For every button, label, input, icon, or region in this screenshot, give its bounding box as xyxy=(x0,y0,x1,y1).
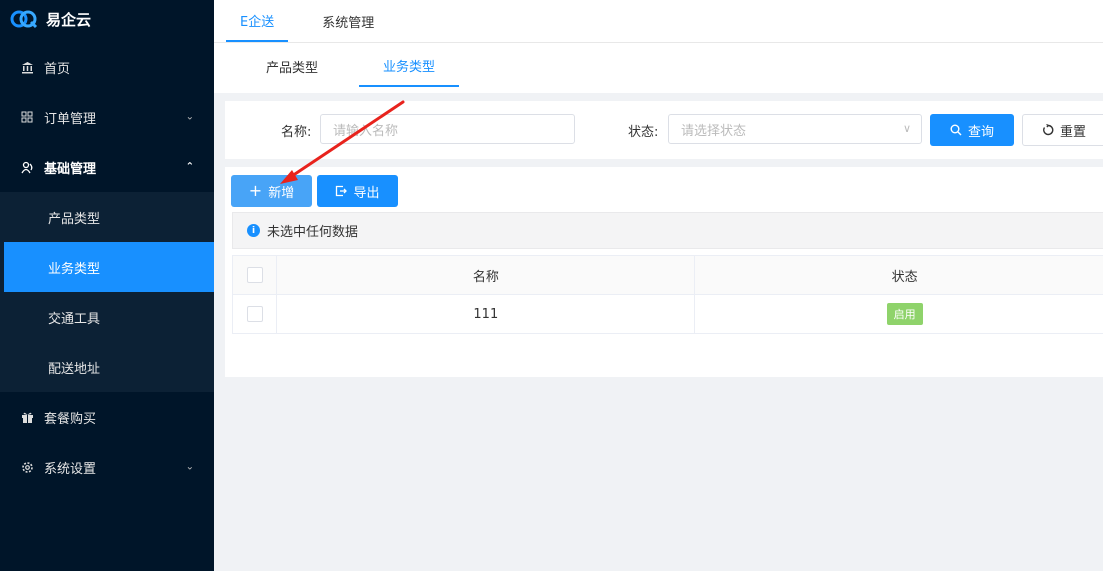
name-input-placeholder: 请输入名称 xyxy=(333,123,399,139)
table-header-row: 名称 状态 xyxy=(231,255,1103,295)
cell-status: 启用 xyxy=(694,294,1103,334)
status-badge: 启用 xyxy=(886,303,923,325)
export-icon xyxy=(336,185,348,197)
sidebar: 易企云 首页 订单管理 ⌄ 基础管理 ⌃ 产品类型 业务类型 交通工具 配送地址… xyxy=(0,0,214,571)
name-input[interactable]: 请输入名称 xyxy=(320,114,575,144)
select-all-checkbox[interactable] xyxy=(246,267,263,283)
submenu-basic-management: 产品类型 业务类型 交通工具 配送地址 xyxy=(0,192,214,392)
selection-alert-text: 未选中任何数据 xyxy=(267,225,359,240)
name-label: 名称: xyxy=(281,125,312,140)
sidebar-item-label: 系统设置 xyxy=(44,461,97,477)
status-select[interactable]: 请选择状态 ∨ xyxy=(668,114,922,144)
sidebar-item-label: 基础管理 xyxy=(44,161,97,177)
brand-logo[interactable]: 易企云 xyxy=(0,0,214,38)
select-all-cell xyxy=(231,255,278,295)
sidebar-item-home[interactable]: 首页 xyxy=(0,42,214,92)
row-checkbox[interactable] xyxy=(246,306,263,322)
export-button[interactable]: 导出 xyxy=(317,175,398,207)
chevron-down-icon: ⌄ xyxy=(185,111,194,123)
status-select-placeholder: 请选择状态 xyxy=(681,123,747,139)
chevron-down-icon: ∨ xyxy=(902,122,911,135)
add-button[interactable]: + 新增 xyxy=(231,175,312,207)
bank-icon xyxy=(20,60,34,74)
grid-icon xyxy=(20,110,34,124)
cell-name: 111 xyxy=(276,294,696,334)
chevron-down-icon: ⌄ xyxy=(185,461,194,473)
filter-panel: 名称: 请输入名称 状态: 请选择状态 ∨ 查询 重置 xyxy=(225,101,1103,159)
logo-icon xyxy=(10,10,38,29)
tab-system-management[interactable]: 系统管理 xyxy=(308,0,388,42)
search-button[interactable]: 查询 xyxy=(930,114,1014,146)
selection-alert: i 未选中任何数据 xyxy=(232,212,1103,249)
reset-button[interactable]: 重置 xyxy=(1022,114,1103,146)
sidebar-subitem-product-type[interactable]: 产品类型 xyxy=(4,192,214,242)
top-tab-bar: E企送 系统管理 xyxy=(214,0,1103,43)
sidebar-item-label: 套餐购买 xyxy=(44,411,97,427)
tab-product-type[interactable]: 产品类型 xyxy=(242,45,342,87)
gift-icon xyxy=(20,410,34,424)
status-label: 状态: xyxy=(628,125,659,140)
sidebar-subitem-business-type[interactable]: 业务类型 xyxy=(4,242,214,292)
chevron-up-icon: ⌃ xyxy=(185,161,194,173)
export-button-label: 导出 xyxy=(353,185,380,201)
column-header-status[interactable]: 状态 xyxy=(694,255,1103,295)
sidebar-item-label: 订单管理 xyxy=(44,111,97,127)
search-icon xyxy=(950,124,962,136)
tab-business-type[interactable]: 业务类型 xyxy=(359,45,460,87)
sidebar-item-basic-management[interactable]: 基础管理 ⌃ xyxy=(0,142,214,192)
sidebar-item-packages[interactable]: 套餐购买 xyxy=(0,392,214,442)
refresh-icon xyxy=(1043,124,1054,136)
data-table: 名称 状态 111 启用 xyxy=(231,255,1103,334)
gear-icon xyxy=(20,460,34,474)
table-row[interactable]: 111 启用 xyxy=(231,294,1103,334)
sidebar-item-label: 首页 xyxy=(44,61,71,77)
sub-tab-bar: 产品类型 业务类型 xyxy=(214,43,1103,93)
sidebar-subitem-vehicles[interactable]: 交通工具 xyxy=(4,292,214,342)
search-button-label: 查询 xyxy=(967,124,994,140)
tab-e-delivery[interactable]: E企送 xyxy=(226,0,289,42)
brand-name: 易企云 xyxy=(46,10,92,29)
plus-icon: + xyxy=(248,181,263,200)
info-icon: i xyxy=(247,224,260,237)
sidebar-item-system-settings[interactable]: 系统设置 ⌄ xyxy=(0,442,214,492)
sidebar-item-orders[interactable]: 订单管理 ⌄ xyxy=(0,92,214,142)
sidebar-subitem-delivery-address[interactable]: 配送地址 xyxy=(4,342,214,392)
add-button-label: 新增 xyxy=(268,185,295,201)
row-select-cell xyxy=(231,294,278,334)
people-icon xyxy=(20,160,34,174)
column-header-name[interactable]: 名称 xyxy=(276,255,696,295)
table-card: + 新增 导出 i 未选中任何数据 名称 状态 111 启用 xyxy=(225,167,1103,377)
reset-button-label: 重置 xyxy=(1059,124,1086,140)
